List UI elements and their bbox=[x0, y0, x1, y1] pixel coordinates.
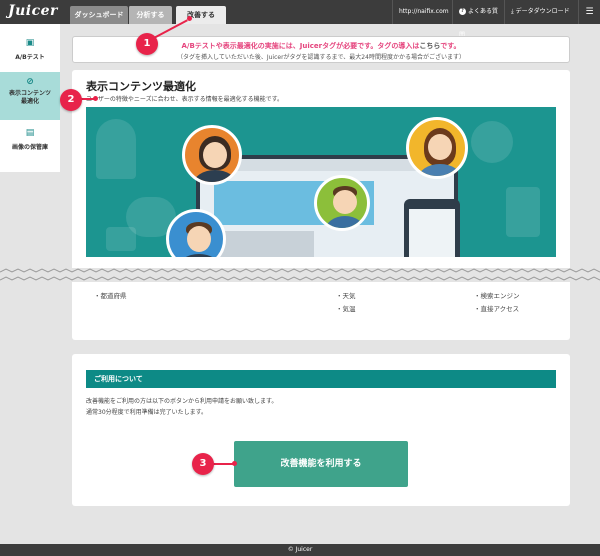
list-item: ・気温 bbox=[336, 305, 356, 313]
screen-text-block bbox=[214, 231, 314, 257]
sidebar-item-label-line1: 表示コンテンツ bbox=[8, 90, 51, 97]
sidebar: ▣ A/Bテスト ⊘ 表示コンテンツ 最適化 ▤ 画像の保管庫 bbox=[0, 24, 60, 172]
site-url[interactable]: http://naifix.com bbox=[392, 0, 452, 24]
ab-test-icon: ▣ bbox=[25, 38, 35, 48]
bg-bus-icon bbox=[106, 227, 136, 251]
callout-2-badge: 2 bbox=[60, 89, 82, 111]
notice-text: A/Bテストや表示最適化の実施には、Juicerタグが必要です。タグの導入は bbox=[181, 42, 420, 50]
list-item: ・検索エンジン bbox=[474, 292, 520, 300]
callout-2-dot bbox=[93, 96, 98, 101]
segment-list-traffic: ・検索エンジン ・直接アクセス bbox=[474, 290, 520, 316]
menu-button[interactable]: ☰ bbox=[578, 0, 600, 24]
top-bar: Juicer ダッシュボード 分析する 改善する http://naifix.c… bbox=[0, 0, 600, 39]
usage-text-line2: 通常30分程度で利用準備は完了いたします。 bbox=[86, 409, 208, 416]
compass-icon: ⊘ bbox=[26, 77, 34, 87]
usage-text-line1: 改善機能をご利用の方は以下のボタンから利用申請をお願い致します。 bbox=[86, 398, 278, 405]
bg-phone-icon bbox=[506, 187, 540, 237]
smartphone-illustration bbox=[404, 199, 460, 257]
sidebar-item-ab-test[interactable]: ▣ A/Bテスト bbox=[0, 32, 60, 72]
callout-3-dot bbox=[232, 461, 237, 466]
bg-clock-icon bbox=[471, 121, 513, 163]
sidebar-item-image-storage[interactable]: ▤ 画像の保管庫 bbox=[0, 122, 60, 162]
segment-list-region: ・都道府県 bbox=[94, 290, 127, 303]
data-download-link[interactable]: ⤓ データダウンロード bbox=[504, 0, 578, 24]
avatar-man-glasses-green bbox=[314, 175, 370, 231]
tab-analyze[interactable]: 分析する bbox=[128, 6, 172, 24]
list-item: ・直接アクセス bbox=[474, 305, 520, 313]
sidebar-item-content-optimization[interactable]: ⊘ 表示コンテンツ 最適化 bbox=[0, 72, 60, 120]
hero-illustration bbox=[86, 107, 556, 257]
footer: © Juicer bbox=[0, 544, 600, 556]
torn-edge-divider bbox=[0, 268, 600, 282]
callout-1-dot bbox=[187, 16, 192, 21]
callout-3-badge: 3 bbox=[192, 453, 214, 475]
notice-text-suffix: です。 bbox=[440, 42, 461, 50]
page-subtitle: ユーザーの特徴やニーズに合わせ、表示する情報を最適化する機能です。 bbox=[86, 96, 283, 103]
usage-header: ご利用について bbox=[86, 370, 556, 388]
use-improvement-button[interactable]: 改善機能を利用する bbox=[234, 441, 408, 487]
storage-icon: ▤ bbox=[25, 128, 35, 138]
usage-text: 改善機能をご利用の方は以下のボタンから利用申請をお願い致します。 通常30分程度… bbox=[86, 396, 277, 418]
segment-list-weather: ・天気 ・気温 bbox=[336, 290, 356, 316]
avatar-woman-orange bbox=[182, 125, 242, 185]
juicer-logo[interactable]: Juicer bbox=[8, 3, 58, 19]
callout-1-badge: 1 bbox=[136, 33, 158, 55]
faq-link[interactable]: ?よくある質問 bbox=[452, 0, 504, 39]
list-item: ・都道府県 bbox=[94, 292, 127, 300]
usage-card: ご利用について 改善機能をご利用の方は以下のボタンから利用申請をお願い致します。… bbox=[72, 354, 570, 506]
download-label: データダウンロード bbox=[515, 8, 570, 15]
list-item: ・天気 bbox=[336, 292, 356, 300]
question-icon: ? bbox=[459, 8, 466, 15]
tab-dashboard[interactable]: ダッシュボード bbox=[70, 6, 128, 24]
sidebar-item-label-line2: 最適化 bbox=[20, 98, 39, 105]
tag-install-link[interactable]: こちら bbox=[419, 42, 440, 50]
sidebar-item-label: A/Bテスト bbox=[15, 54, 45, 61]
menu-icon: ☰ bbox=[585, 7, 594, 17]
page-title: 表示コンテンツ最適化 bbox=[86, 80, 196, 93]
sidebar-item-label: 画像の保管庫 bbox=[11, 144, 48, 151]
bg-person-icon bbox=[96, 119, 136, 179]
smartphone-screen bbox=[409, 209, 455, 257]
avatar-woman-yellow bbox=[406, 117, 468, 179]
